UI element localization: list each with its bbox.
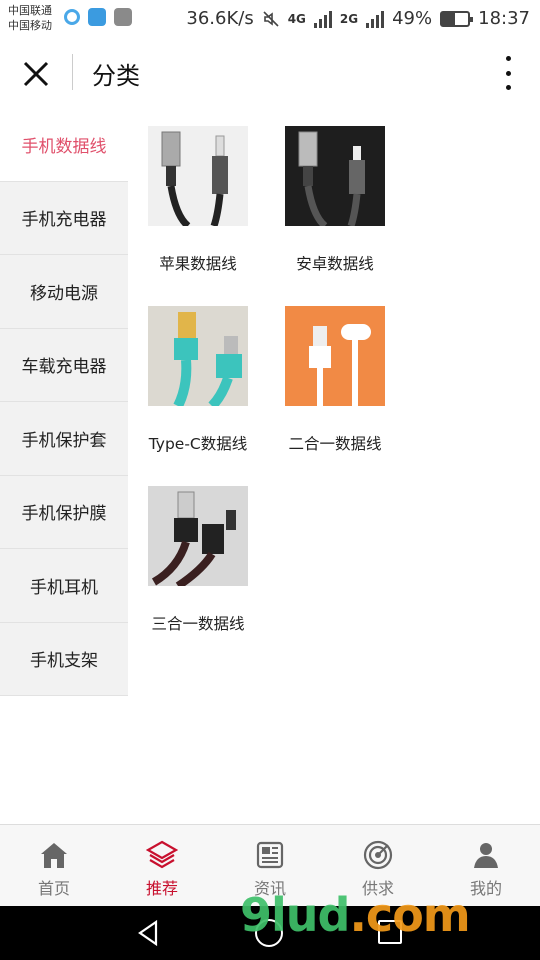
product-image xyxy=(148,126,248,226)
signal-1-icon xyxy=(313,10,332,28)
product-label: 二合一数据线 xyxy=(288,435,382,453)
sidebar-item-power-banks[interactable]: 移动电源 xyxy=(0,255,128,329)
product-image xyxy=(148,486,248,586)
product-label: 安卓数据线 xyxy=(296,255,374,273)
sidebar-item-chargers[interactable]: 手机充电器 xyxy=(0,181,128,255)
header-divider xyxy=(72,54,73,90)
notification-icons xyxy=(64,8,132,26)
location-icon xyxy=(88,8,106,26)
sidebar-item-car-chargers[interactable]: 车载充电器 xyxy=(0,328,128,402)
network-speed: 36.6K/s xyxy=(186,8,254,29)
mute-icon xyxy=(263,10,279,27)
status-bar: 中国联通 中国移动 36.6K/s 4G 2G 49% 18:37 xyxy=(0,0,540,38)
product-card[interactable]: 二合一数据线 xyxy=(275,306,412,486)
sidebar-item-cases[interactable]: 手机保护套 xyxy=(0,402,128,476)
sidebar-item-stands[interactable]: 手机支架 xyxy=(0,622,128,696)
clock: 18:37 xyxy=(478,8,530,29)
watermark-logo: 9lud.com xyxy=(240,888,471,942)
product-card[interactable]: 安卓数据线 xyxy=(275,126,412,306)
close-icon xyxy=(23,61,49,87)
network-type-1: 4G xyxy=(287,11,306,26)
sync-icon xyxy=(64,9,80,25)
more-vertical-icon xyxy=(505,56,511,61)
gallery-icon xyxy=(114,8,132,26)
header: 分类 xyxy=(0,38,540,108)
network-type-2: 2G xyxy=(339,11,359,26)
news-icon xyxy=(256,841,284,869)
user-icon xyxy=(474,843,498,868)
battery-percent: 49% xyxy=(392,8,433,29)
carrier-2: 中国移动 xyxy=(8,19,52,32)
tab-home[interactable]: 首页 xyxy=(0,825,108,906)
tab-label: 我的 xyxy=(469,879,502,898)
product-image xyxy=(285,126,385,226)
battery-icon xyxy=(440,10,474,27)
sidebar-item-cables[interactable]: 手机数据线 xyxy=(0,108,128,182)
watermark-suffix: .com xyxy=(349,888,470,942)
target-icon xyxy=(363,840,393,870)
home-icon xyxy=(41,843,67,868)
product-card[interactable]: 苹果数据线 xyxy=(138,126,275,306)
product-image xyxy=(148,306,248,406)
tab-label: 首页 xyxy=(37,879,70,898)
tab-label: 推荐 xyxy=(145,879,178,898)
back-icon[interactable] xyxy=(134,918,164,948)
product-label: 三合一数据线 xyxy=(151,615,245,633)
sidebar-item-earphones[interactable]: 手机耳机 xyxy=(0,549,128,623)
product-grid: 苹果数据线 安卓数据线 Type-C数据线 二合一数据线 三合一数据线 xyxy=(138,126,540,666)
signal-2-icon xyxy=(366,10,385,28)
carrier-info: 中国联通 中国移动 xyxy=(8,3,52,33)
product-label: 苹果数据线 xyxy=(159,255,237,273)
carrier-1: 中国联通 xyxy=(8,4,52,17)
category-sidebar: 手机数据线 手机充电器 移动电源 车载充电器 手机保护套 手机保护膜 手机耳机 … xyxy=(0,108,128,696)
product-label: Type-C数据线 xyxy=(148,435,248,453)
watermark-brand: 9lud xyxy=(240,888,350,942)
status-right: 36.6K/s 4G 2G 49% 18:37 xyxy=(186,8,530,29)
product-image xyxy=(285,306,385,406)
sidebar-item-screen-protectors[interactable]: 手机保护膜 xyxy=(0,475,128,549)
close-button[interactable] xyxy=(18,56,54,92)
layers-icon xyxy=(146,840,178,869)
page-title: 分类 xyxy=(92,62,140,90)
more-button[interactable] xyxy=(498,56,518,90)
tab-recommend[interactable]: 推荐 xyxy=(108,825,216,906)
product-card[interactable]: Type-C数据线 xyxy=(138,306,275,486)
product-card[interactable]: 三合一数据线 xyxy=(138,486,275,666)
